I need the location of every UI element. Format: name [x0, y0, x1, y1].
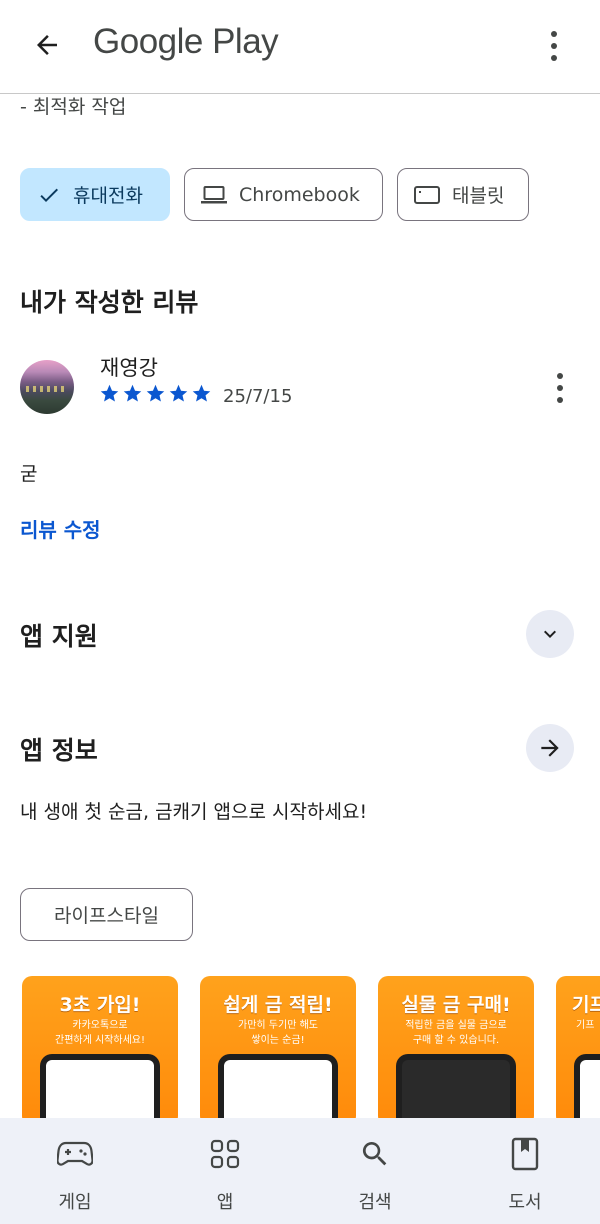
phone-mockup [574, 1054, 600, 1126]
phone-mockup [40, 1054, 160, 1126]
chip-phone[interactable]: 휴대전화 [20, 168, 170, 221]
screenshot-carousel[interactable]: 3초 가입! 카카오톡으로 간편하게 시작하세요! 쉽게 금 적립! 가만히 두기… [22, 976, 600, 1126]
star-icon [169, 384, 188, 402]
screenshot-subtitle: 기프 [576, 1020, 595, 1031]
phone-mockup [218, 1054, 338, 1126]
nav-books[interactable]: 도서 [450, 1118, 600, 1224]
reviewer-name: 재영강 [100, 356, 158, 380]
screenshot-title: 3초 가입! [59, 994, 141, 1016]
app-support-expand-button[interactable] [526, 610, 574, 658]
nav-apps-label: 앱 [216, 1192, 234, 1213]
nav-apps[interactable]: 앱 [150, 1118, 300, 1224]
review-date: 25/7/15 [223, 386, 293, 407]
book-icon [505, 1136, 545, 1172]
arrow-forward-icon [541, 739, 559, 757]
more-vert-icon [557, 373, 563, 403]
tablet-icon [414, 185, 440, 204]
star-rating [99, 383, 212, 404]
screenshot-subtitle: 적립한 금을 실물 금으로 구매 할 수 있습니다. [405, 1020, 507, 1046]
star-icon [123, 384, 142, 402]
apps-grid-icon [205, 1136, 245, 1172]
back-button[interactable] [26, 24, 68, 66]
more-vert-icon [551, 31, 557, 61]
laptop-icon [201, 185, 227, 203]
screenshot-title: 쉽게 금 적립! [223, 994, 333, 1016]
app-description: 내 생애 첫 순금, 금캐기 앱으로 시작하세요! [20, 801, 368, 823]
bottom-navigation: 게임 앱 검색 도서 [0, 1118, 600, 1224]
star-icon [192, 384, 211, 402]
chip-chromebook[interactable]: Chromebook [184, 168, 383, 221]
search-icon [355, 1136, 395, 1172]
whats-new-text: - 최적화 작업 [20, 96, 127, 118]
nav-books-label: 도서 [508, 1192, 542, 1213]
screenshot-subtitle: 가만히 두기만 해도 쌓이는 순금! [238, 1020, 318, 1046]
nav-games[interactable]: 게임 [0, 1118, 150, 1224]
google-play-logo: Google Play [93, 22, 279, 61]
screenshot-2[interactable]: 쉽게 금 적립! 가만히 두기만 해도 쌓이는 순금! [200, 976, 356, 1126]
edit-review-link[interactable]: 리뷰 수정 [20, 514, 101, 543]
nav-games-label: 게임 [58, 1192, 92, 1213]
category-chip[interactable]: 라이프스타일 [20, 888, 193, 941]
screenshot-title: 실물 금 구매! [401, 994, 511, 1016]
chip-tablet-label: 태블릿 [452, 185, 505, 207]
screenshot-3[interactable]: 실물 금 구매! 적립한 금을 실물 금으로 구매 할 수 있습니다. [378, 976, 534, 1126]
my-review-heading: 내가 작성한 리뷰 [20, 288, 199, 317]
star-icon [146, 384, 165, 402]
arrow-back-icon [37, 35, 57, 55]
check-icon [40, 188, 58, 202]
gamepad-icon [55, 1136, 95, 1172]
top-app-bar: Google Play [0, 0, 600, 94]
device-chips: 휴대전화 Chromebook 태블릿 [20, 168, 529, 221]
app-info-open-button[interactable] [526, 724, 574, 772]
avatar [20, 360, 74, 414]
screenshot-1[interactable]: 3초 가입! 카카오톡으로 간편하게 시작하세요! [22, 976, 178, 1126]
chip-phone-label: 휴대전화 [73, 185, 143, 207]
nav-search[interactable]: 검색 [300, 1118, 450, 1224]
chip-chromebook-label: Chromebook [239, 183, 360, 206]
review-more-button[interactable] [540, 366, 580, 410]
expand-more-icon [544, 630, 556, 638]
screenshot-4[interactable]: 기프 기프 [556, 976, 600, 1126]
nav-search-label: 검색 [358, 1192, 392, 1213]
screenshot-subtitle: 카카오톡으로 간편하게 시작하세요! [55, 1020, 145, 1046]
screenshot-title: 기프 [572, 994, 600, 1016]
app-info-heading: 앱 정보 [20, 736, 98, 765]
chip-tablet[interactable]: 태블릿 [397, 168, 529, 221]
app-support-heading: 앱 지원 [20, 622, 98, 651]
star-icon [100, 384, 119, 402]
review-text: 굳 [20, 463, 38, 485]
more-options-button[interactable] [534, 24, 574, 68]
phone-mockup [396, 1054, 516, 1126]
